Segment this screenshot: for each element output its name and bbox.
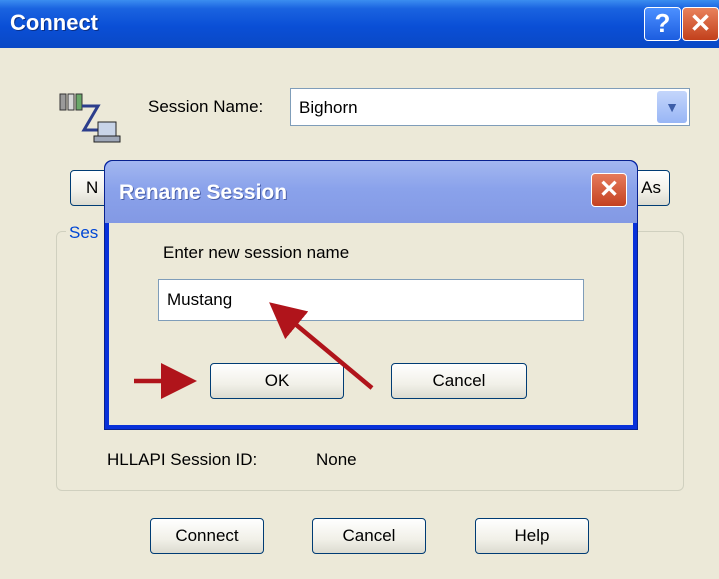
rename-dialog-title: Rename Session bbox=[119, 181, 288, 204]
connect-button[interactable]: Connect bbox=[150, 518, 264, 554]
help-title-button[interactable]: ? bbox=[644, 7, 681, 41]
new-session-name-input[interactable] bbox=[158, 279, 584, 321]
window-title: Connect bbox=[10, 10, 98, 35]
session-name-value: Bighorn bbox=[299, 98, 358, 117]
cancel-button[interactable]: Cancel bbox=[312, 518, 426, 554]
close-title-button[interactable]: ✕ bbox=[682, 7, 719, 41]
dialog-cancel-button[interactable]: Cancel bbox=[391, 363, 527, 399]
hllapi-session-id-label: HLLAPI Session ID: bbox=[107, 450, 258, 469]
session-name-combo[interactable]: Bighorn ▼ bbox=[290, 88, 690, 126]
session-name-label: Session Name: bbox=[148, 97, 264, 116]
chevron-down-icon[interactable]: ▼ bbox=[657, 91, 687, 123]
help-button[interactable]: Help bbox=[475, 518, 589, 554]
session-icon bbox=[59, 93, 121, 143]
connect-titlebar[interactable]: Connect ? ✕ bbox=[0, 0, 719, 48]
connect-window: Connect ? ✕ Session Name: Bighorn ▼ N As… bbox=[0, 0, 719, 579]
ok-button[interactable]: OK bbox=[210, 363, 344, 399]
rename-dialog-titlebar[interactable]: Rename Session ✕ bbox=[105, 161, 637, 223]
session-group-title: Ses bbox=[66, 223, 108, 243]
close-icon[interactable]: ✕ bbox=[591, 173, 627, 207]
hllapi-session-id-value: None bbox=[316, 450, 357, 469]
rename-prompt-label: Enter new session name bbox=[163, 243, 350, 262]
